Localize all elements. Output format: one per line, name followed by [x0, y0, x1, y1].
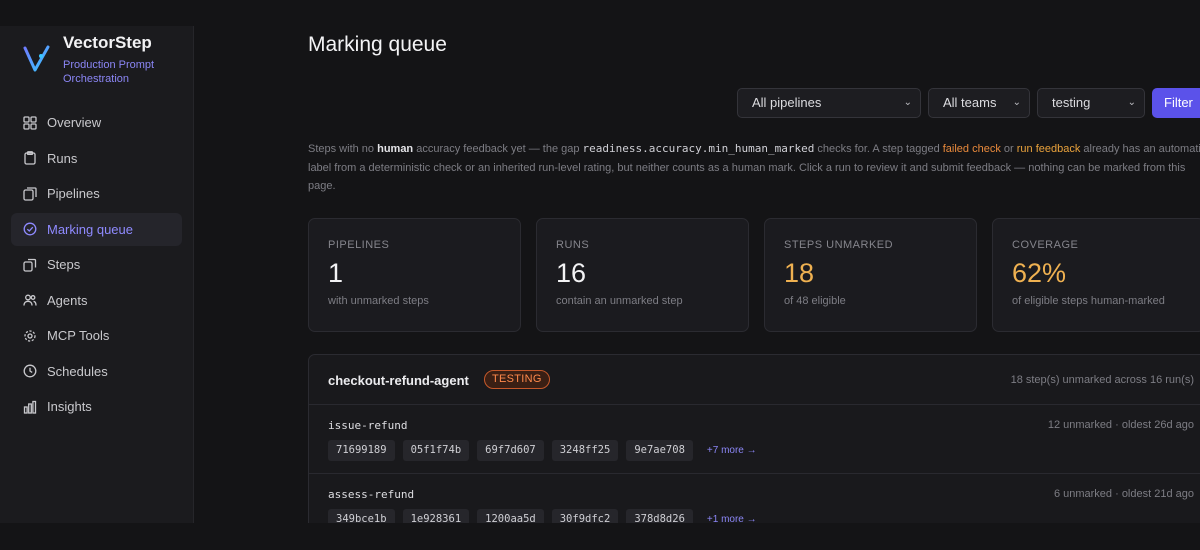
- run-chip[interactable]: 05f1f74b: [402, 440, 470, 461]
- human-emphasis: human: [377, 143, 414, 155]
- team-select-value: All teams: [943, 95, 997, 110]
- run-chip[interactable]: 30f9dfc2: [551, 509, 619, 523]
- stat-label: PIPELINES: [328, 239, 390, 251]
- step-summary: 12 unmarked · oldest 26d ago: [1047, 419, 1194, 431]
- queue-description: Steps with no human accuracy feedback ye…: [308, 142, 1200, 192]
- pipeline-summary: 18 step(s) unmarked across 16 run(s): [1010, 374, 1194, 386]
- sidebar-item-mcp-tools[interactable]: MCP Tools: [11, 319, 182, 352]
- brand[interactable]: VectorStep Production Prompt Orchestrati…: [22, 34, 173, 86]
- stat-card-coverage: COVERAGE 62% of eligible steps human-mar…: [992, 218, 1200, 332]
- vectorstep-logo-icon: [23, 45, 50, 72]
- layers-icon: [23, 186, 37, 201]
- run-chip[interactable]: 69f7d607: [477, 440, 544, 461]
- sidebar-item-schedules[interactable]: Schedules: [11, 355, 182, 388]
- run-chip[interactable]: 378d8d26: [626, 509, 693, 523]
- stat-sub: with unmarked steps: [328, 295, 429, 307]
- bar-chart-icon: [23, 400, 37, 414]
- step-row: issue-refund 12 unmarked · oldest 26d ag…: [309, 405, 1200, 474]
- sidebar-item-label: Marking queue: [47, 221, 133, 237]
- sidebar-item-steps[interactable]: Steps: [11, 248, 182, 281]
- step-row: assess-refund 6 unmarked · oldest 21d ag…: [309, 474, 1200, 523]
- sidebar-item-label: Agents: [47, 292, 88, 308]
- pipeline-select-value: All pipelines: [752, 95, 822, 110]
- team-select[interactable]: All teams ⌄: [928, 88, 1030, 118]
- sidebar-item-label: Schedules: [47, 363, 108, 379]
- sidebar-item-pipelines[interactable]: Pipelines: [11, 177, 182, 210]
- stat-card-pipelines: PIPELINES 1 with unmarked steps: [308, 218, 521, 332]
- pipeline-group-header: checkout-refund-agent TESTING 18 step(s)…: [309, 355, 1200, 405]
- pipeline-name: checkout-refund-agent: [328, 373, 469, 388]
- stat-value: 62%: [1012, 258, 1067, 288]
- brand-subtitle: Production Prompt Orchestration: [63, 59, 155, 85]
- chevron-down-icon: ⌄: [903, 97, 912, 108]
- run-chip-list: 71699189 05f1f74b 69f7d607 3248ff25 9e7a…: [328, 440, 757, 461]
- stat-sub: contain an unmarked step: [556, 295, 683, 307]
- run-chip[interactable]: 3248ff25: [551, 440, 619, 461]
- page-title: Marking queue: [308, 33, 447, 56]
- run-feedback-tag: run feedback: [1016, 143, 1081, 155]
- chevron-down-icon: ⌄: [1127, 97, 1136, 108]
- run-chip[interactable]: 1e928361: [402, 509, 470, 523]
- clipboard-icon: [23, 151, 37, 165]
- sidebar-item-label: Insights: [47, 399, 92, 414]
- users-icon: [23, 293, 37, 307]
- stat-card-runs: RUNS 16 contain an unmarked step: [536, 218, 749, 332]
- readiness-check-code: readiness.accuracy.min_human_marked: [582, 142, 815, 155]
- stat-label: RUNS: [556, 239, 590, 251]
- run-chip[interactable]: 349bce1b: [328, 509, 395, 523]
- status-badge: TESTING: [484, 370, 550, 389]
- sidebar-item-insights[interactable]: Insights: [11, 390, 182, 423]
- step-name: issue-refund: [328, 419, 408, 432]
- sidebar-item-runs[interactable]: Runs: [11, 142, 182, 175]
- sidebar-item-agents[interactable]: Agents: [11, 284, 182, 317]
- more-runs-link[interactable]: +1 more →: [707, 514, 757, 523]
- sidebar-item-label: MCP Tools: [47, 328, 110, 343]
- gear-icon: [23, 329, 37, 343]
- run-chip[interactable]: 1200aa5d: [477, 509, 544, 523]
- run-chip[interactable]: 9e7ae708: [626, 440, 693, 461]
- sidebar-item-label: Steps: [47, 257, 81, 272]
- run-chip[interactable]: 71699189: [328, 440, 395, 461]
- stat-value: 18: [784, 258, 815, 288]
- sidebar: VectorStep Production Prompt Orchestrati…: [0, 26, 194, 523]
- run-chip-list: 349bce1b 1e928361 1200aa5d 30f9dfc2 378d…: [328, 509, 757, 523]
- clock-icon: [23, 364, 37, 378]
- filter-button[interactable]: Filter: [1152, 88, 1200, 118]
- stat-card-steps-unmarked: STEPS UNMARKED 18 of 48 eligible: [764, 218, 977, 332]
- stage-select-value: testing: [1052, 95, 1091, 110]
- sidebar-nav: Overview Runs Pipelines Marking queue St…: [11, 106, 182, 426]
- sidebar-item-label: Runs: [47, 150, 78, 166]
- step-summary: 6 unmarked · oldest 21d ago: [1053, 488, 1194, 500]
- step-name: assess-refund: [328, 488, 415, 501]
- brand-name: VectorStep: [63, 33, 152, 52]
- stat-sub: of 48 eligible: [784, 295, 846, 307]
- sidebar-item-label: Overview: [47, 115, 102, 130]
- stat-sub: of eligible steps human-marked: [1012, 295, 1165, 307]
- sidebar-item-marking-queue[interactable]: Marking queue: [11, 212, 182, 246]
- sidebar-item-overview[interactable]: Overview: [11, 106, 182, 139]
- pipeline-group: checkout-refund-agent TESTING 18 step(s)…: [308, 354, 1200, 523]
- stage-select[interactable]: testing ⌄: [1037, 88, 1145, 118]
- grid-icon: [23, 115, 37, 130]
- more-runs-link[interactable]: +7 more →: [707, 445, 757, 456]
- chevron-down-icon: ⌄: [1012, 97, 1021, 108]
- check-circle-icon: [23, 222, 37, 236]
- stat-value: 16: [556, 258, 587, 288]
- stat-label: STEPS UNMARKED: [784, 239, 894, 251]
- pipeline-select[interactable]: All pipelines ⌄: [737, 88, 921, 118]
- failed-check-tag: failed check: [942, 143, 1001, 155]
- main-content: Marking queue All pipelines ⌄ All teams …: [194, 26, 1200, 523]
- copy-icon: [23, 258, 37, 272]
- stat-value: 1: [328, 258, 344, 288]
- stat-label: COVERAGE: [1012, 239, 1079, 251]
- sidebar-item-label: Pipelines: [47, 186, 100, 201]
